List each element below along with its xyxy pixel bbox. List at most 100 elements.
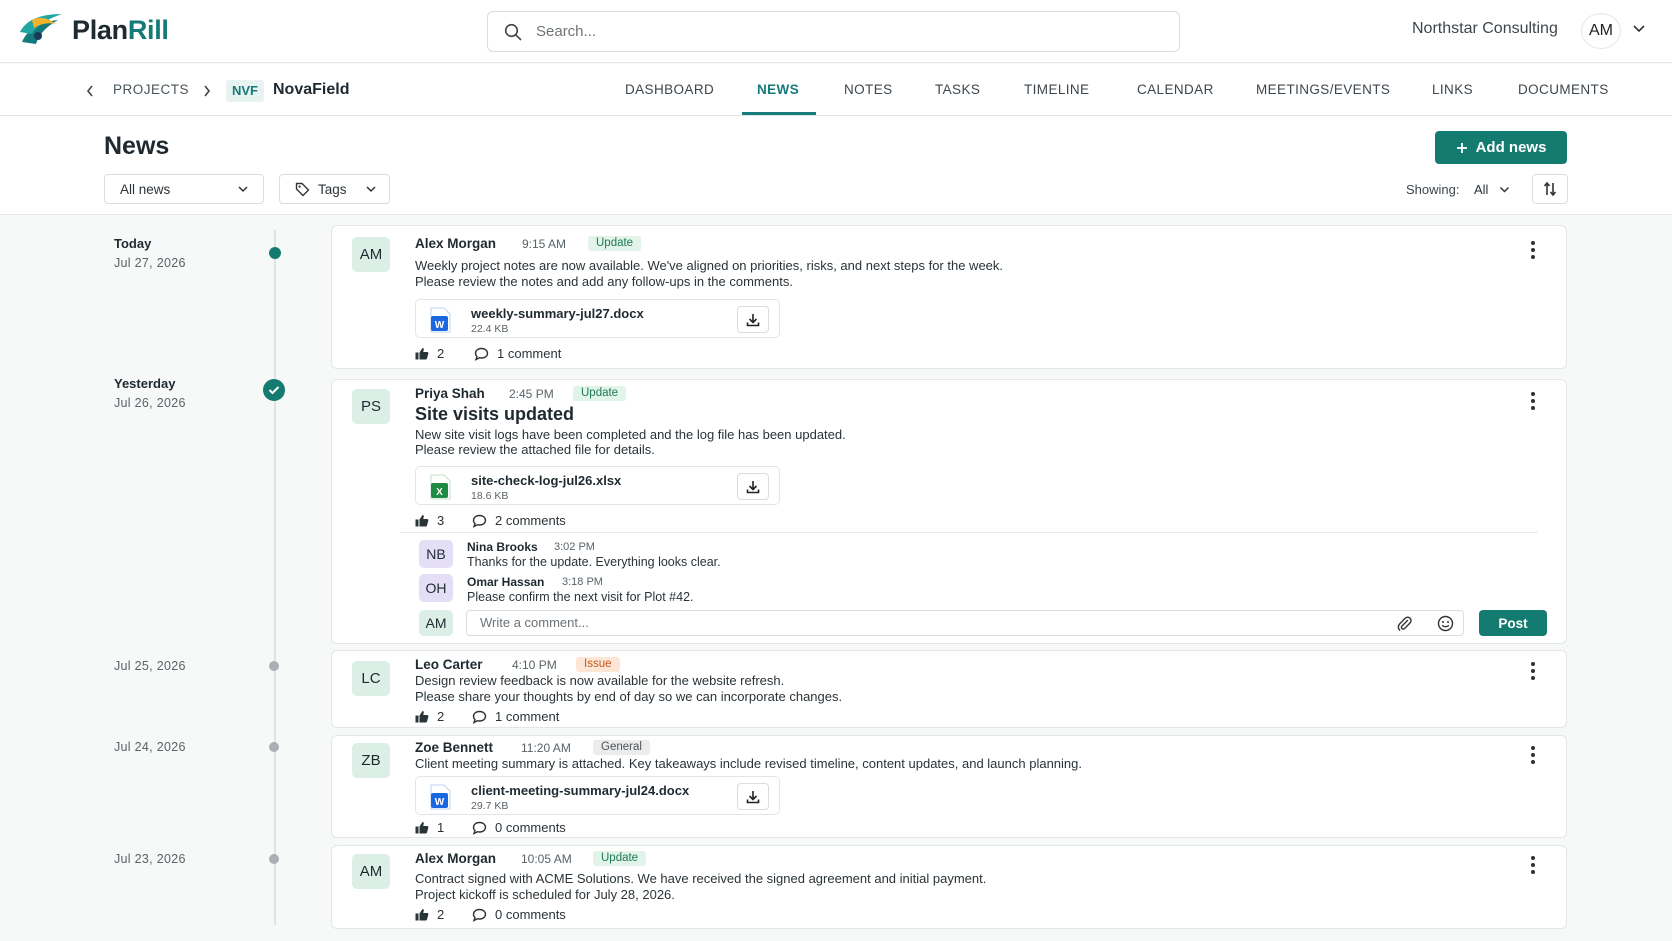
organization-name[interactable]: Northstar Consulting bbox=[1412, 20, 1558, 38]
post-tag[interactable]: General bbox=[593, 740, 650, 755]
tab-dashboard[interactable]: DASHBOARD bbox=[625, 82, 714, 97]
like-button[interactable]: 1 bbox=[415, 820, 444, 835]
download-button[interactable] bbox=[737, 783, 769, 810]
thumbs-up-icon bbox=[415, 909, 429, 921]
post-tag[interactable]: Update bbox=[588, 236, 642, 251]
add-news-button[interactable]: Add news bbox=[1435, 131, 1567, 164]
author-avatar[interactable]: AM bbox=[352, 854, 390, 889]
project-code-badge: NVF bbox=[226, 80, 264, 102]
comments-link[interactable]: 1 comment bbox=[474, 346, 561, 361]
comments-link[interactable]: 2 comments bbox=[472, 513, 566, 528]
tab-documents[interactable]: DOCUMENTS bbox=[1518, 82, 1609, 97]
tag-icon bbox=[295, 182, 310, 196]
chevron-left-icon[interactable] bbox=[85, 84, 95, 98]
comments-divider bbox=[400, 532, 1538, 533]
tab-timeline[interactable]: TIMELINE bbox=[1024, 82, 1089, 97]
comments-link[interactable]: 0 comments bbox=[472, 907, 566, 922]
more-options-icon[interactable] bbox=[1524, 745, 1542, 765]
svg-text:W: W bbox=[435, 320, 445, 331]
attachment-size: 22.4 KB bbox=[471, 323, 509, 335]
download-button[interactable] bbox=[737, 473, 769, 500]
author-avatar[interactable]: PS bbox=[352, 389, 390, 424]
comment-author[interactable]: Omar Hassan bbox=[467, 575, 544, 589]
attachment-name: client-meeting-summary-jul24.docx bbox=[471, 783, 690, 798]
post-author[interactable]: Zoe Bennett bbox=[415, 740, 493, 755]
post-tag[interactable]: Update bbox=[593, 851, 647, 866]
download-button[interactable] bbox=[737, 306, 769, 333]
project-name[interactable]: NovaField bbox=[273, 81, 349, 99]
thumbs-up-icon bbox=[415, 711, 429, 723]
commenter-avatar[interactable]: OH bbox=[419, 574, 453, 602]
tab-calendar[interactable]: CALENDAR bbox=[1137, 82, 1214, 97]
post-tag[interactable]: Update bbox=[573, 386, 627, 401]
like-button[interactable]: 3 bbox=[415, 513, 444, 528]
attachment-card[interactable]: W client-meeting-summary-jul24.docx 29.7… bbox=[415, 776, 780, 815]
comment-icon bbox=[472, 514, 487, 528]
tab-meetings-events[interactable]: MEETINGS/EVENTS bbox=[1256, 82, 1390, 97]
comments-link[interactable]: 1 comment bbox=[472, 709, 559, 724]
comment-icon bbox=[474, 347, 489, 361]
user-avatar[interactable]: AM bbox=[1581, 13, 1621, 49]
post-time: 10:05 AM bbox=[521, 852, 572, 866]
emoji-icon[interactable] bbox=[1437, 615, 1454, 632]
search-input[interactable] bbox=[536, 23, 1136, 40]
commenter-avatar[interactable]: NB bbox=[419, 540, 453, 568]
more-options-icon[interactable] bbox=[1524, 855, 1542, 875]
like-button[interactable]: 2 bbox=[415, 709, 444, 724]
like-button[interactable]: 2 bbox=[415, 907, 444, 922]
page-title: News bbox=[104, 132, 170, 160]
more-options-icon[interactable] bbox=[1524, 661, 1542, 681]
author-avatar[interactable]: LC bbox=[352, 661, 390, 696]
comment-input-box[interactable] bbox=[466, 610, 1464, 636]
thumbs-up-icon bbox=[415, 515, 429, 527]
showing-select[interactable]: All bbox=[1474, 182, 1488, 197]
attachment-name: weekly-summary-jul27.docx bbox=[471, 306, 644, 321]
attachment-card[interactable]: W weekly-summary-jul27.docx 22.4 KB bbox=[415, 299, 780, 338]
showing-label: Showing: bbox=[1406, 182, 1460, 197]
thumbs-up-icon bbox=[415, 348, 429, 360]
current-user-avatar: AM bbox=[419, 610, 453, 636]
comment-time: 3:18 PM bbox=[562, 576, 603, 588]
app-logo[interactable]: PlanRill bbox=[18, 12, 169, 48]
download-icon bbox=[746, 480, 760, 493]
chevron-right-icon bbox=[204, 85, 211, 97]
attachment-size: 18.6 KB bbox=[471, 490, 509, 502]
chevron-down-icon[interactable] bbox=[1499, 186, 1510, 193]
comment-text: Thanks for the update. Everything looks … bbox=[467, 555, 721, 569]
comment-time: 3:02 PM bbox=[554, 541, 595, 553]
timeline-label: Today bbox=[114, 236, 152, 251]
comment-input[interactable] bbox=[480, 615, 1360, 630]
post-author[interactable]: Leo Carter bbox=[415, 657, 483, 672]
post-author[interactable]: Alex Morgan bbox=[415, 851, 496, 866]
author-avatar[interactable]: ZB bbox=[352, 743, 390, 778]
post-tag[interactable]: Issue bbox=[576, 657, 620, 672]
post-author[interactable]: Priya Shah bbox=[415, 386, 485, 401]
tab-links[interactable]: LINKS bbox=[1432, 82, 1473, 97]
chevron-down-icon[interactable] bbox=[1632, 24, 1646, 34]
tab-notes[interactable]: NOTES bbox=[844, 82, 893, 97]
like-button[interactable]: 2 bbox=[415, 346, 444, 361]
search-icon bbox=[504, 23, 522, 40]
post-author[interactable]: Alex Morgan bbox=[415, 236, 496, 251]
attachment-card[interactable]: X site-check-log-jul26.xlsx 18.6 KB bbox=[415, 466, 780, 505]
more-options-icon[interactable] bbox=[1524, 391, 1542, 411]
search-bar[interactable] bbox=[487, 11, 1180, 52]
news-filter-dropdown[interactable]: All news bbox=[104, 174, 264, 204]
post-comment-button[interactable]: Post bbox=[1479, 610, 1547, 636]
comments-link[interactable]: 0 comments bbox=[472, 820, 566, 835]
paperclip-icon[interactable] bbox=[1397, 616, 1413, 632]
download-icon bbox=[746, 790, 760, 803]
logo-icon bbox=[20, 14, 62, 44]
post-time: 4:10 PM bbox=[512, 658, 557, 672]
view-options-button[interactable] bbox=[1532, 174, 1568, 204]
tab-tasks[interactable]: TASKS bbox=[935, 82, 980, 97]
more-options-icon[interactable] bbox=[1524, 240, 1542, 260]
comment-author[interactable]: Nina Brooks bbox=[467, 540, 538, 554]
timeline-date: Jul 27, 2026 bbox=[114, 256, 186, 270]
post-body-line: Please share your thoughts by end of day… bbox=[415, 689, 843, 704]
comment-icon bbox=[472, 908, 487, 922]
breadcrumb-projects[interactable]: PROJECTS bbox=[113, 82, 189, 97]
tags-filter-dropdown[interactable]: Tags bbox=[279, 174, 390, 204]
tab-news[interactable]: NEWS bbox=[757, 82, 799, 97]
author-avatar[interactable]: AM bbox=[352, 237, 390, 272]
